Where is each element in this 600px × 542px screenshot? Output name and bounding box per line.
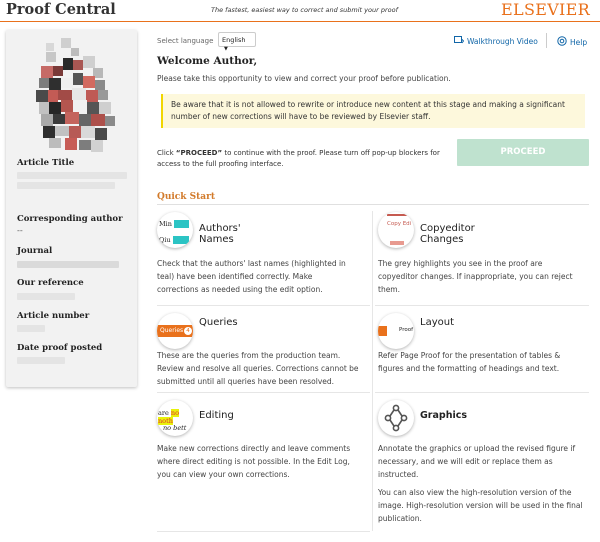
video-icon <box>454 36 465 44</box>
queries-title: Queries <box>199 317 238 328</box>
help-link[interactable]: Help <box>557 36 587 47</box>
queries-desc: These are the queries from the productio… <box>157 351 359 386</box>
language-select[interactable]: English ▼ <box>218 32 256 52</box>
article-title-value-line2 <box>17 182 115 189</box>
editing-desc: Make new corrections directly and leave … <box>157 444 351 479</box>
authors-names-icon: Min Xiao Qiu Shen <box>157 212 193 248</box>
elsevier-logo[interactable]: ELSEVIER <box>501 0 590 19</box>
editing-title: Editing <box>199 410 234 421</box>
corresponding-author-value: -- <box>17 226 23 235</box>
layout-title: Layout <box>420 317 454 328</box>
proceed-instructions-bold: “PROCEED” <box>175 149 223 157</box>
language-label: Select language <box>157 37 214 45</box>
date-posted-value <box>17 357 65 364</box>
editing-icon-text-2: no bett <box>163 424 187 432</box>
cards-row-divider <box>375 392 589 393</box>
article-number-label: Article number <box>17 311 90 321</box>
graphics-desc: Annotate the graphics or upload the revi… <box>378 444 576 479</box>
cards-row-divider <box>157 305 370 306</box>
article-number-value <box>17 325 45 332</box>
toolbar-divider <box>546 33 547 48</box>
cards-row-divider <box>157 392 370 393</box>
copyeditor-changes-desc: The grey highlights you see in the proof… <box>378 259 573 294</box>
journal-label: Journal <box>17 246 53 256</box>
date-posted-label: Date proof posted <box>17 343 103 353</box>
layout-icon-text: Proof <box>399 327 414 333</box>
language-value: English <box>222 36 246 44</box>
cards-row-divider <box>157 531 370 532</box>
copyeditor-icon: Copy Edi <box>378 212 414 248</box>
editing-icon-text-1: are <box>158 409 169 417</box>
warning-box: Be aware that it is not allowed to rewri… <box>161 94 585 128</box>
editing-icon: are no noth no bett <box>157 400 193 436</box>
help-label: Help <box>570 38 588 47</box>
article-title-value <box>17 172 127 179</box>
quick-start-heading: Quick Start <box>157 192 216 202</box>
intro-text: Please take this opportunity to view and… <box>157 74 451 83</box>
quick-start-divider <box>157 204 589 205</box>
proceed-instructions: Click “PROCEED” to continue with the pro… <box>157 148 447 170</box>
graphics-icon <box>378 400 414 436</box>
copyeditor-changes-title: Copyeditor Changes <box>420 223 475 245</box>
tagline: The fastest, easiest way to correct and … <box>211 6 398 14</box>
graphics-desc-2: You can also view the high-resolution ve… <box>378 488 583 523</box>
authors-names-desc: Check that the authors' last names (high… <box>157 259 346 294</box>
copyeditor-icon-text: Copy Edi <box>387 221 412 227</box>
warning-text: Be aware that it is not allowed to rewri… <box>171 100 565 121</box>
proceed-instructions-prefix: Click <box>157 149 176 157</box>
top-bar: Proof Central The fastest, easiest way t… <box>0 0 600 22</box>
chevron-down-icon: ▼ <box>224 46 228 52</box>
queries-icon: Queries 4 <box>157 313 193 349</box>
graphics-title: Graphics <box>420 410 467 421</box>
queries-icon-text: Queries <box>160 327 184 334</box>
layout-icon: Proof <box>378 313 414 349</box>
cover-image <box>31 38 121 156</box>
authors-icon-text-1: Min <box>159 220 172 228</box>
help-icon <box>557 36 567 46</box>
welcome-heading: Welcome Author, <box>157 55 258 67</box>
layout-desc: Refer Page Proof for the presentation of… <box>378 351 561 373</box>
article-info-sidebar: Article Title Corresponding author -- Jo… <box>6 30 137 387</box>
cards-column-divider <box>372 211 373 531</box>
corresponding-author-label: Corresponding author <box>17 214 123 224</box>
authors-icon-text-2: Qiu <box>159 236 171 244</box>
cards-row-divider <box>375 305 589 306</box>
queries-count-badge: 4 <box>184 327 192 335</box>
article-title-label: Article Title <box>17 158 75 168</box>
walkthrough-label: Walkthrough Video <box>467 37 538 46</box>
walkthrough-link[interactable]: Walkthrough Video <box>454 36 538 46</box>
authors-names-title: Authors' Names <box>199 223 241 245</box>
app-title: Proof Central <box>6 1 116 18</box>
journal-value <box>17 261 119 268</box>
our-reference-value <box>17 293 75 300</box>
our-reference-label: Our reference <box>17 278 84 288</box>
proceed-button[interactable]: PROCEED <box>457 139 589 166</box>
